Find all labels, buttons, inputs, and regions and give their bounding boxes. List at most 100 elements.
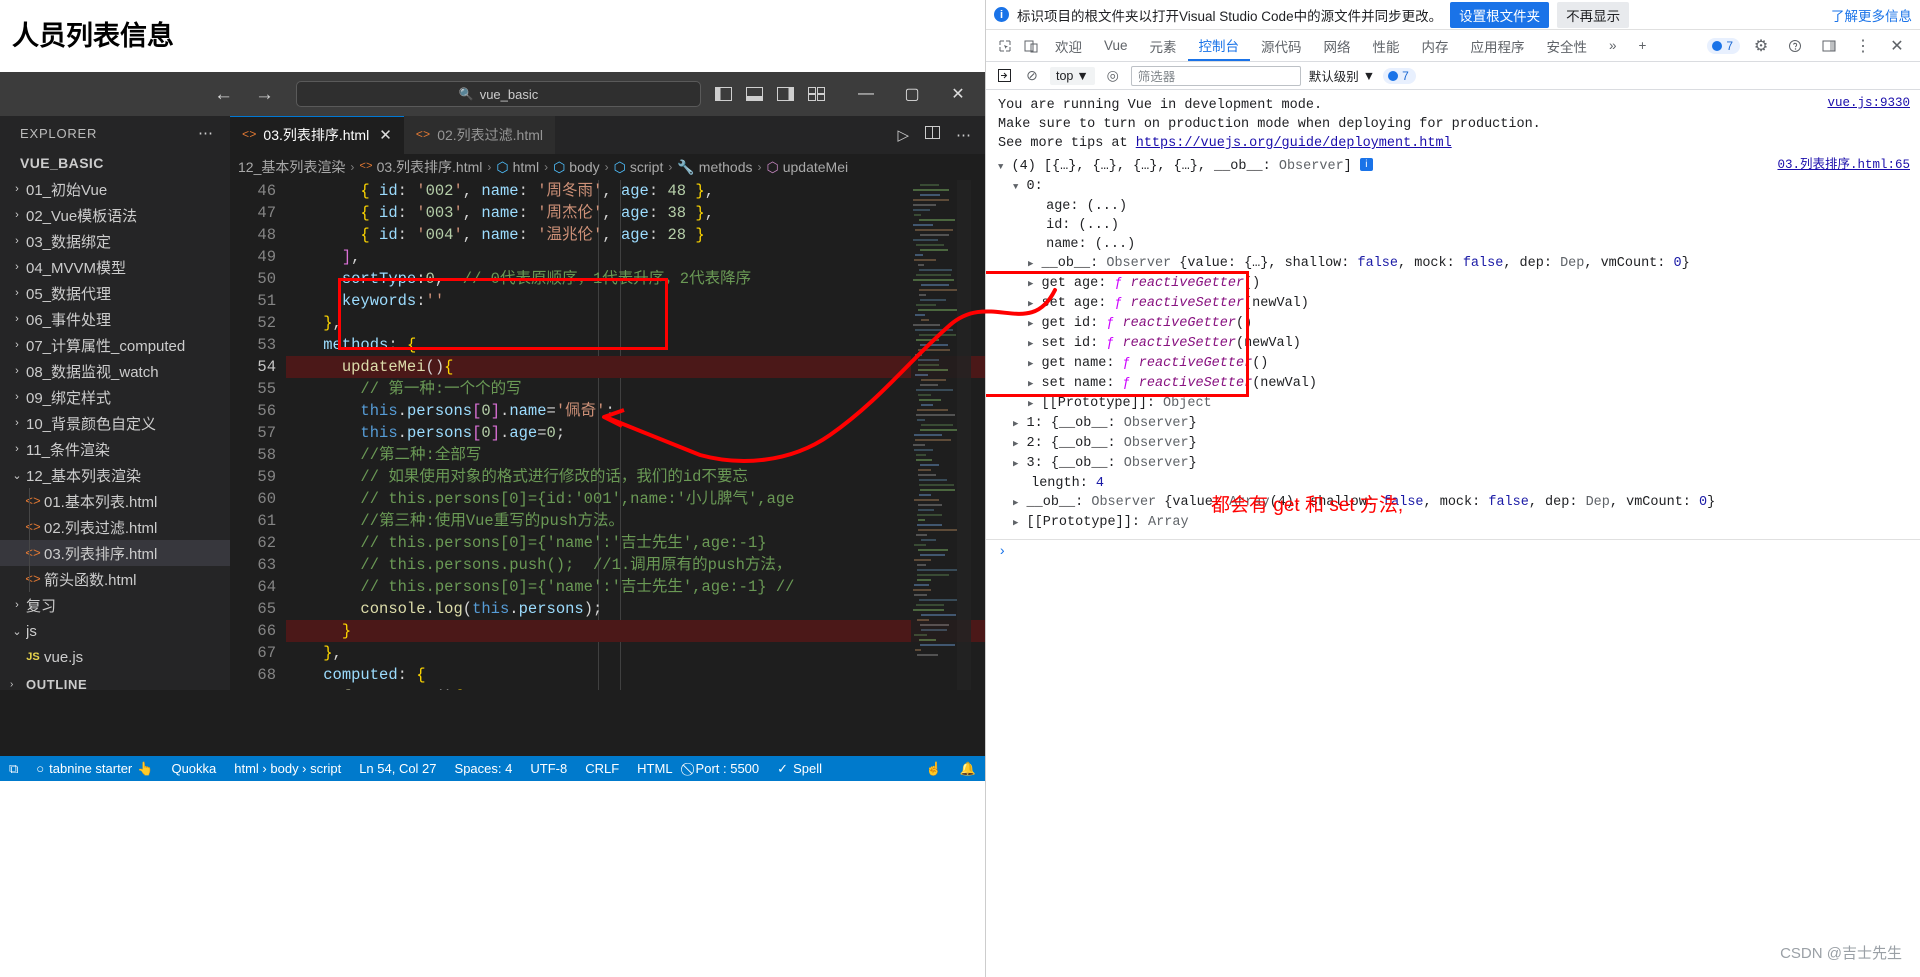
console-tree-row[interactable]: ▼ 0: <box>986 177 1920 197</box>
console-tree-row[interactable]: age: (...) <box>986 197 1920 216</box>
sidebar-folder-5[interactable]: › 06_事件处理 <box>0 306 230 332</box>
sidebar-file-0[interactable]: <> 01.基本列表.html <box>0 488 230 514</box>
console-tree-row[interactable]: ▶ 2: {__ob__: Observer} <box>986 434 1920 454</box>
disclosure-triangle-icon[interactable]: ▶ <box>1028 259 1033 269</box>
minimize-button[interactable]: — <box>843 72 889 116</box>
help-icon[interactable] <box>1782 33 1808 59</box>
status-eol[interactable]: CRLF <box>576 756 628 781</box>
disclosure-triangle-icon[interactable]: ▶ <box>1028 379 1033 389</box>
sidebar-folder-8[interactable]: › 09_绑定样式 <box>0 384 230 410</box>
console-tree-row[interactable]: ▶ 1: {__ob__: Observer} <box>986 414 1920 434</box>
breadcrumb-item-file[interactable]: <> 03.列表排序.html <box>359 157 482 177</box>
add-tab-button[interactable]: + <box>1628 30 1658 61</box>
status-language-mode[interactable]: HTML <box>628 756 681 781</box>
console-issues-badge[interactable]: 7 <box>1383 68 1416 84</box>
disclosure-triangle-icon[interactable]: ▶ <box>1013 419 1018 429</box>
disclosure-triangle-icon[interactable]: ▼ <box>1013 182 1018 192</box>
devtools-tab-7[interactable]: 内存 <box>1411 30 1460 61</box>
console-tree-row[interactable]: ▶ __ob__: Observer {value: Array(4), sha… <box>986 493 1920 513</box>
disclosure-triangle-icon[interactable]: ▼ <box>998 162 1003 172</box>
status-feedback-icon[interactable]: ☝ <box>917 756 951 781</box>
disclosure-triangle-icon[interactable]: ▶ <box>1028 339 1033 349</box>
disclosure-triangle-icon[interactable]: ▶ <box>1028 359 1033 369</box>
tab-02-list-filter[interactable]: <> 02.列表过滤.html <box>404 116 555 154</box>
inspect-element-icon[interactable] <box>992 33 1018 59</box>
sidebar-folder-7[interactable]: › 08_数据监视_watch <box>0 358 230 384</box>
clear-console-icon[interactable]: ⊘ <box>1022 66 1042 86</box>
run-button[interactable]: ▷ <box>897 126 909 144</box>
disclosure-triangle-icon[interactable]: ▶ <box>1013 518 1018 528</box>
tab-overflow-button[interactable]: » <box>1598 30 1628 61</box>
sidebar-section-outline[interactable]: › OUTLINE <box>0 670 230 690</box>
toggle-primary-sidebar-icon[interactable] <box>715 87 732 101</box>
explorer-more-icon[interactable]: ⋯ <box>198 124 214 142</box>
console-tree-row[interactable]: ▶ __ob__: Observer {value: {…}, shallow:… <box>986 254 1920 274</box>
minimap-slider[interactable] <box>957 180 971 690</box>
console-tree-row[interactable]: ▶ set name: ƒ reactiveSetter(newVal) <box>986 374 1920 394</box>
sidebar-folder-9[interactable]: › 10_背景颜色自定义 <box>0 410 230 436</box>
maximize-button[interactable]: ▢ <box>889 72 935 116</box>
console-tree-row[interactable]: ▶ get name: ƒ reactiveGetter() <box>986 354 1920 374</box>
sidebar-icon[interactable] <box>994 66 1014 86</box>
devtools-tab-8[interactable]: 应用程序 <box>1460 30 1536 61</box>
command-search-input[interactable]: 🔍 vue_basic <box>296 81 701 107</box>
console-tree-row[interactable]: ▶ get id: ƒ reactiveGetter() <box>986 314 1920 334</box>
set-root-folder-button[interactable]: 设置根文件夹 <box>1450 2 1549 28</box>
forward-icon[interactable]: → <box>255 85 274 104</box>
explorer-root-node[interactable]: VUE_BASIC <box>0 150 230 176</box>
filter-input[interactable]: 筛选器 <box>1131 66 1301 86</box>
console-prompt[interactable]: › <box>986 539 1920 564</box>
status-cursor-position[interactable]: Ln 54, Col 27 <box>350 756 445 781</box>
customize-layout-icon[interactable] <box>808 87 825 101</box>
devtools-tab-0[interactable]: 欢迎 <box>1044 30 1093 61</box>
devtools-tab-9[interactable]: 安全性 <box>1536 30 1599 61</box>
console-tree-row[interactable]: ▶ set age: ƒ reactiveSetter(newVal) <box>986 294 1920 314</box>
vue-deployment-link[interactable]: https://vuejs.org/guide/deployment.html <box>1136 136 1452 151</box>
close-button[interactable]: ✕ <box>935 72 981 116</box>
console-tree-row[interactable]: ▶ [[Prototype]]: Object <box>986 394 1920 414</box>
console-object-tree[interactable]: ▼ (4) [{…}, {…}, {…}, {…}, __ob__: Obser… <box>986 153 1920 533</box>
more-actions-button[interactable]: ⋯ <box>956 126 971 144</box>
sidebar-file-1[interactable]: <> 02.列表过滤.html <box>0 514 230 540</box>
console-tree-row[interactable]: length: 4 <box>986 474 1920 493</box>
info-badge-icon[interactable]: i <box>1360 158 1373 171</box>
tab-close-icon[interactable]: ✕ <box>379 126 392 144</box>
sidebar-folder-0[interactable]: › 01_初始Vue <box>0 176 230 202</box>
console-tree-row[interactable]: ▶ get age: ƒ reactiveGetter() <box>986 274 1920 294</box>
sidebar-folder-10[interactable]: › 11_条件渲染 <box>0 436 230 462</box>
status-encoding[interactable]: UTF-8 <box>521 756 576 781</box>
console-tree-row[interactable]: ▼ (4) [{…}, {…}, {…}, {…}, __ob__: Obser… <box>986 157 1920 177</box>
sidebar-folder-1[interactable]: › 02_Vue模板语法 <box>0 202 230 228</box>
sidebar-folder-6[interactable]: › 07_计算属性_computed <box>0 332 230 358</box>
devtools-tab-1[interactable]: Vue <box>1093 30 1139 61</box>
status-tabnine[interactable]: ○ tabnine starter 👆 <box>27 756 162 781</box>
devtools-tab-6[interactable]: 性能 <box>1362 30 1411 61</box>
minimap[interactable] <box>911 180 971 690</box>
devtools-tab-4[interactable]: 源代码 <box>1250 30 1313 61</box>
disclosure-triangle-icon[interactable]: ▶ <box>1013 459 1018 469</box>
status-live-server-port[interactable]: ⃠ Port : 5500 <box>682 756 769 781</box>
console-output[interactable]: vue.js:9330 You are running Vue in devel… <box>986 90 1920 564</box>
breadcrumb-item-folder[interactable]: 12_基本列表渲染 <box>238 157 345 177</box>
console-tree-row[interactable]: ▶ 3: {__ob__: Observer} <box>986 454 1920 474</box>
dont-show-again-button[interactable]: 不再显示 <box>1557 2 1629 28</box>
toggle-secondary-sidebar-icon[interactable] <box>777 87 794 101</box>
disclosure-triangle-icon[interactable]: ▶ <box>1013 498 1018 508</box>
breadcrumb-item-updatemei[interactable]: ⬡ updateMei <box>766 159 848 176</box>
sidebar-file-3[interactable]: <> 箭头函数.html <box>0 566 230 592</box>
breadcrumb-item-methods[interactable]: 🔧 methods <box>677 159 752 176</box>
live-expression-icon[interactable]: ◎ <box>1103 66 1123 86</box>
status-quokka[interactable]: Quokka <box>162 756 225 781</box>
devtools-tab-2[interactable]: 元素 <box>1139 30 1188 61</box>
console-tree-row[interactable]: id: (...) <box>986 216 1920 235</box>
status-remote[interactable]: ⧉ <box>0 756 27 781</box>
learn-more-link[interactable]: 了解更多信息 <box>1831 5 1912 25</box>
sidebar-file-2[interactable]: <> 03.列表排序.html <box>0 540 230 566</box>
close-icon[interactable]: ✕ <box>1884 33 1910 59</box>
console-tree-row[interactable]: ▶ set id: ƒ reactiveSetter(newVal) <box>986 334 1920 354</box>
disclosure-triangle-icon[interactable]: ▶ <box>1028 279 1033 289</box>
back-icon[interactable]: ← <box>214 85 233 104</box>
toggle-panel-icon[interactable] <box>746 87 763 101</box>
split-editor-button[interactable] <box>925 126 940 144</box>
sidebar-folder-4[interactable]: › 05_数据代理 <box>0 280 230 306</box>
